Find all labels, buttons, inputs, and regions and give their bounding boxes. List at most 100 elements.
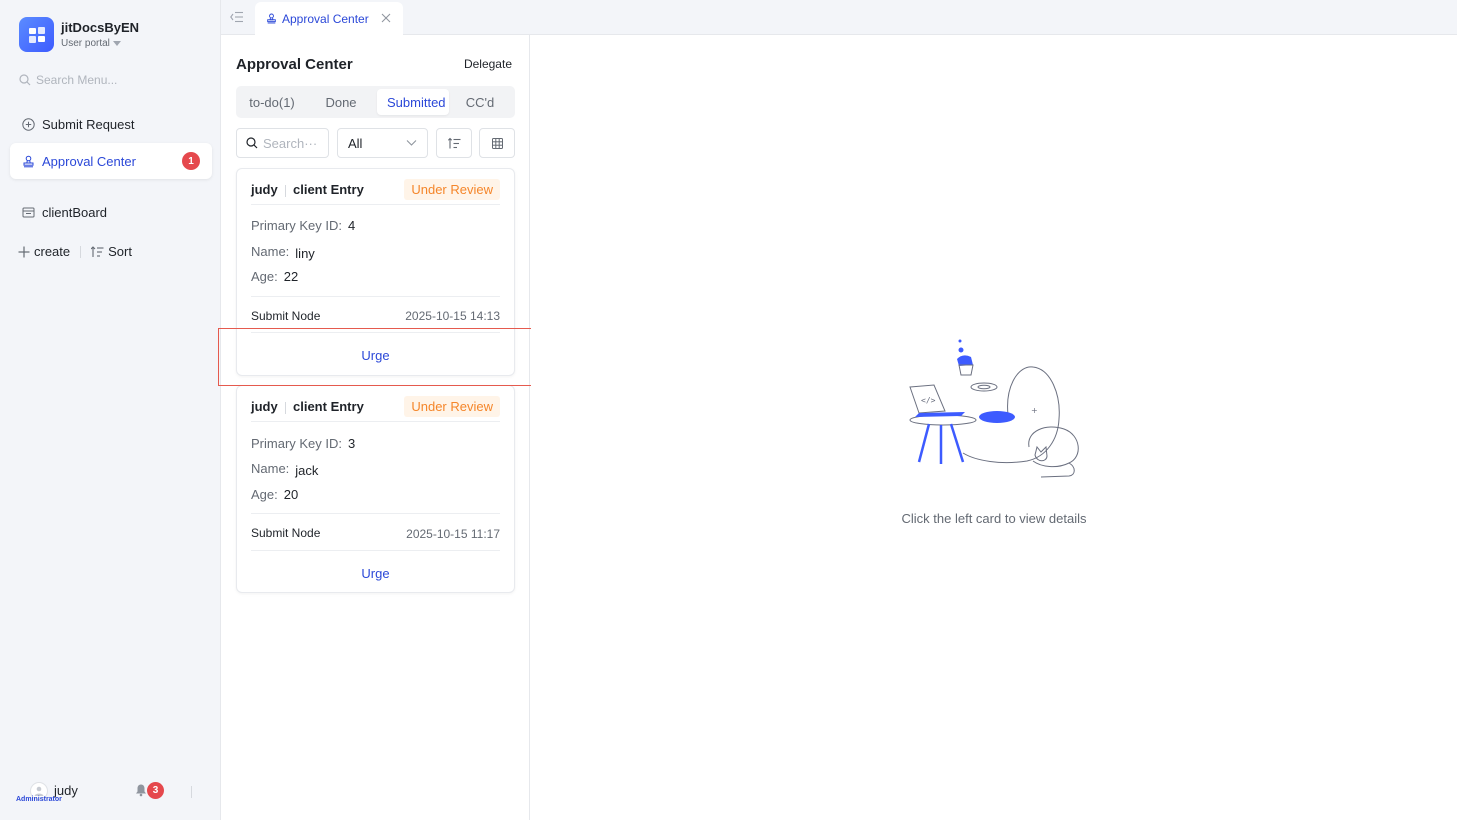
sidebar-item-label: Submit Request — [42, 116, 135, 132]
menu-search[interactable]: Search Menu... — [19, 73, 117, 87]
status-segmented-control: to-do(1) Done Submitted CC'd — [236, 86, 515, 118]
svg-text:+: + — [1031, 406, 1038, 415]
sidebar-item-label: Approval Center — [42, 153, 136, 169]
page-title: Approval Center — [236, 56, 353, 73]
sort-icon — [91, 245, 104, 257]
card-field: Name: jack — [251, 461, 318, 478]
delegate-button[interactable]: Delegate — [464, 57, 512, 71]
status-badge: Under Review — [404, 179, 500, 200]
submit-time: 2025-10-15 11:17 — [406, 527, 500, 541]
sidebar-item-clientboard[interactable]: clientBoard — [10, 194, 212, 230]
divider — [251, 550, 500, 551]
board-icon — [22, 207, 35, 217]
card-field: Primary Key ID: 4 — [251, 218, 355, 233]
form-name: client Entry — [293, 182, 364, 197]
approval-list-panel: Approval Center Delegate to-do(1) Done S… — [221, 35, 530, 820]
tab-bar: Approval Center — [221, 0, 1457, 35]
submit-time: 2025-10-15 14:13 — [405, 309, 500, 323]
field-value: 20 — [283, 487, 299, 502]
sort-icon — [447, 137, 460, 148]
empty-state-text: Click the left card to view details — [901, 511, 1087, 526]
node-name: Submit Node — [251, 309, 321, 323]
sidebar-actions: create Sort — [18, 244, 132, 259]
select-value: All — [348, 135, 363, 151]
empty-state-illustration: + </> — [909, 339, 1079, 478]
user-area: judy Administrator 3 — [16, 780, 216, 806]
list-search-input[interactable]: Search··· — [236, 128, 329, 158]
divider — [251, 513, 500, 514]
status-filter-select[interactable]: All — [337, 128, 428, 158]
role-tag: Administrator — [16, 796, 62, 803]
sidebar-item-submit-request[interactable]: Submit Request — [10, 106, 212, 142]
filter-row: Search··· All — [236, 128, 515, 158]
field-label: Primary Key ID: — [251, 218, 343, 233]
plus-icon — [18, 246, 30, 257]
divider — [80, 245, 82, 258]
app-name: jitDocsByEN — [61, 20, 140, 35]
card-field: Age: 20 — [251, 487, 298, 502]
app-logo-icon — [19, 17, 54, 52]
sidebar-item-approval-center[interactable]: Approval Center 1 — [10, 143, 212, 179]
field-value: 3 — [348, 436, 356, 451]
node-name: Submit Node — [251, 526, 321, 540]
plus-circle-icon — [22, 117, 35, 131]
field-value: 4 — [348, 218, 356, 233]
stamp-icon — [267, 13, 276, 24]
close-icon[interactable] — [381, 13, 391, 23]
search-icon — [19, 74, 31, 86]
status-badge: Under Review — [404, 396, 500, 417]
search-icon — [246, 137, 258, 149]
bell-icon[interactable] — [134, 783, 148, 797]
create-button[interactable]: create — [18, 244, 70, 259]
field-value: liny — [295, 246, 315, 261]
highlight-box — [218, 328, 555, 386]
search-placeholder: Search··· — [263, 135, 318, 151]
submitter-name: judy — [251, 182, 278, 197]
sort-button[interactable]: Sort — [91, 244, 132, 259]
approval-card[interactable]: judy client Entry Under Review Primary K… — [236, 385, 515, 593]
grid-icon — [491, 137, 503, 149]
tab-submitted[interactable]: Submitted — [377, 89, 449, 115]
form-name: client Entry — [293, 399, 364, 414]
field-label: Name: — [251, 461, 290, 476]
field-value: jack — [295, 463, 319, 478]
sort-label: Sort — [108, 244, 132, 259]
card-field: Name: liny — [251, 244, 315, 261]
collapse-sidebar-icon[interactable] — [230, 11, 244, 23]
urge-button[interactable]: Urge — [237, 566, 514, 581]
divider — [285, 402, 286, 414]
divider — [191, 786, 192, 798]
field-label: Name: — [251, 244, 290, 259]
card-header: judy client Entry Under Review — [251, 396, 500, 422]
view-toggle-button[interactable] — [479, 128, 515, 158]
tab-approval-center[interactable]: Approval Center — [255, 2, 403, 35]
tab-ccd[interactable]: CC'd — [449, 89, 511, 115]
menu-search-placeholder: Search Menu... — [36, 73, 118, 87]
field-label: Primary Key ID: — [251, 436, 343, 451]
detail-panel: + </> Click the left card to view detail… — [531, 35, 1457, 820]
portal-switcher[interactable]: User portal — [61, 37, 139, 50]
card-field: Age: 22 — [251, 269, 298, 284]
count-badge: 1 — [182, 152, 200, 170]
card-header: judy client Entry Under Review — [251, 179, 500, 205]
card-field: Primary Key ID: 3 — [251, 436, 355, 451]
stamp-icon — [23, 155, 34, 167]
caret-down-icon — [112, 41, 121, 46]
field-label: Age: — [251, 487, 278, 502]
chevron-down-icon — [406, 140, 417, 146]
divider — [285, 185, 286, 197]
portal-label: User portal — [61, 38, 110, 49]
create-label: create — [34, 244, 71, 259]
sidebar-item-label: clientBoard — [42, 204, 108, 220]
svg-text:</>: </> — [921, 396, 936, 405]
tab-to-do[interactable]: to-do(1) — [239, 89, 305, 115]
submitter-name: judy — [251, 399, 278, 414]
app-header[interactable]: jitDocsByEN User portal — [19, 17, 139, 52]
field-value: 22 — [283, 269, 299, 284]
tab-label: Approval Center — [282, 11, 369, 26]
sort-button[interactable] — [436, 128, 472, 158]
tab-done[interactable]: Done — [305, 89, 377, 115]
notification-badge: 3 — [147, 782, 164, 799]
divider — [251, 296, 500, 297]
sidebar: jitDocsByEN User portal Search Menu... S… — [0, 0, 221, 820]
